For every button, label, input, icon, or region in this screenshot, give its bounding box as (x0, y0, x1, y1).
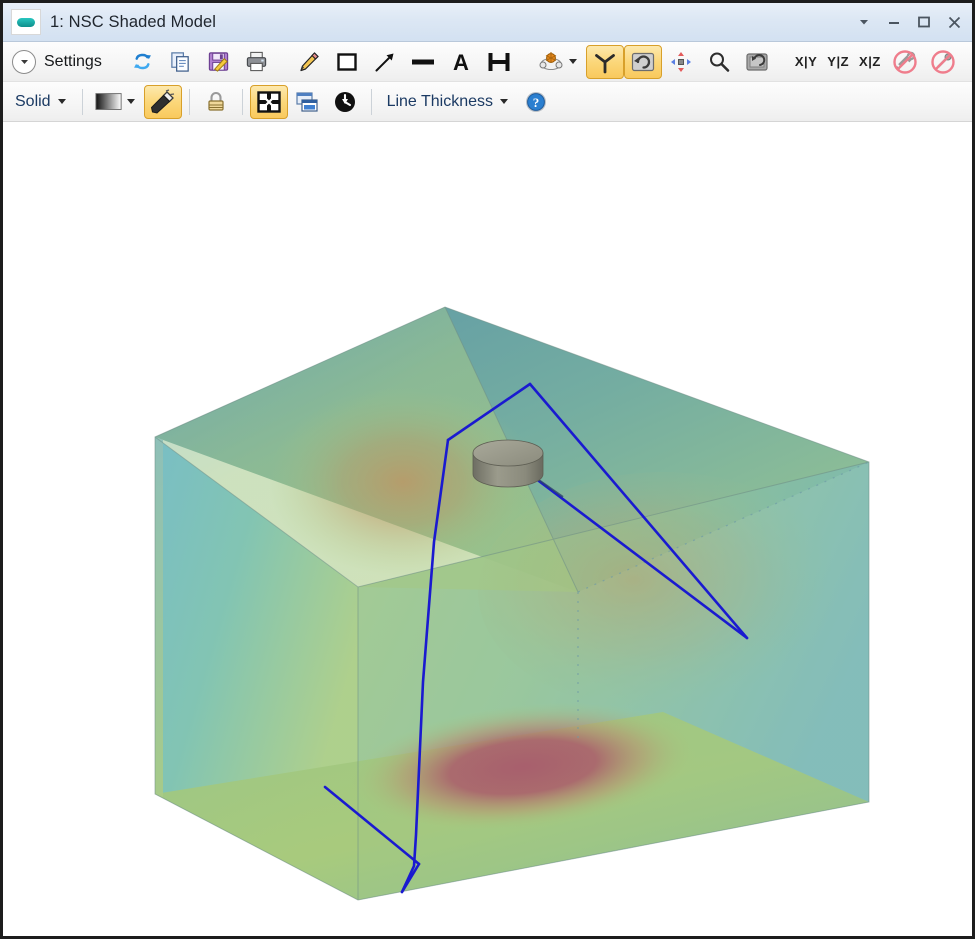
cylinder-source (473, 440, 543, 487)
reset-view-button[interactable] (738, 45, 776, 79)
cascade-windows-button[interactable] (288, 85, 326, 119)
chevron-down-icon (58, 99, 66, 104)
annotate-pencil-button[interactable] (290, 45, 328, 79)
save-icon (205, 48, 233, 76)
rotate-tool-icon (537, 48, 565, 76)
toolbar-primary: Settings (3, 42, 972, 82)
chevron-down-icon (12, 50, 36, 74)
toolbar-separator (189, 89, 190, 115)
minimize-icon[interactable] (887, 15, 901, 29)
chevron-down-icon (500, 99, 508, 104)
model-viewport[interactable]: X Y Z 2e+03 mm (3, 122, 972, 903)
maximize-icon[interactable] (917, 15, 931, 29)
copy-icon (167, 48, 195, 76)
rotate-view-button[interactable] (624, 45, 662, 79)
nsc-model-icon (11, 9, 41, 35)
chevron-down-icon (127, 99, 135, 104)
toolbar-secondary: Solid (3, 82, 972, 122)
refresh-button[interactable] (124, 45, 162, 79)
cascade-windows-icon (293, 88, 321, 116)
toolbar-separator (82, 89, 83, 115)
axis-tripod-button[interactable] (586, 45, 624, 79)
gradient-icon (95, 88, 123, 116)
svg-text:?: ? (533, 95, 540, 110)
settings-label: Settings (41, 53, 105, 71)
prohibited-tool-icon (891, 48, 919, 76)
pan-button[interactable] (662, 45, 700, 79)
copy-button[interactable] (162, 45, 200, 79)
text-a-icon: A (447, 48, 475, 76)
toolbar-separator (242, 89, 243, 115)
render-mode-dropdown[interactable]: Solid (7, 85, 75, 119)
no-rays-button[interactable] (886, 45, 924, 79)
prohibited-tool-2-icon (929, 48, 957, 76)
nsc-shaded-model-window: 1: NSC Shaded Model Settings (0, 0, 975, 939)
draw-arrow-button[interactable] (366, 45, 404, 79)
chevron-down-icon[interactable] (569, 59, 577, 64)
arrow-icon (371, 48, 399, 76)
lock-icon (202, 88, 230, 116)
flashlight-icon (149, 88, 177, 116)
view-xz-button[interactable]: X|Z (854, 54, 886, 69)
draw-rectangle-button[interactable] (328, 45, 366, 79)
tripod-icon (591, 48, 619, 76)
magnifier-icon (705, 48, 733, 76)
shaded-model-scene (3, 122, 972, 903)
save-button[interactable] (200, 45, 238, 79)
chevron-down-icon[interactable] (857, 15, 871, 29)
pencil-icon (295, 48, 323, 76)
dimension-button[interactable] (480, 45, 518, 79)
print-button[interactable] (238, 45, 276, 79)
no-objects-button[interactable] (924, 45, 962, 79)
rectangle-icon (333, 48, 361, 76)
zoom-button[interactable] (700, 45, 738, 79)
help-button[interactable]: ? (517, 85, 555, 119)
toolbar-separator (371, 89, 372, 115)
view-yz-button[interactable]: Y|Z (822, 54, 854, 69)
rotate-view-icon (629, 48, 657, 76)
svg-text:A: A (453, 50, 469, 74)
line-icon (409, 48, 437, 76)
help-question-icon: ? (522, 88, 550, 116)
lock-button[interactable] (197, 85, 235, 119)
text-annotation-button[interactable]: A (442, 45, 480, 79)
line-thickness-label: Line Thickness (384, 93, 496, 111)
pan-icon (667, 48, 695, 76)
reset-view-icon (743, 48, 771, 76)
animate-button[interactable] (326, 85, 364, 119)
print-icon (243, 48, 271, 76)
settings-button[interactable]: Settings (7, 45, 110, 79)
rotate-tool-button[interactable] (532, 45, 586, 79)
close-icon[interactable] (947, 15, 962, 30)
window-controls (857, 3, 962, 41)
clock-arrow-icon (331, 88, 359, 116)
gradient-swatch-button[interactable] (90, 85, 144, 119)
grid-split-icon (255, 88, 283, 116)
lighting-button[interactable] (144, 85, 182, 119)
title-bar: 1: NSC Shaded Model (3, 3, 972, 42)
tile-windows-button[interactable] (250, 85, 288, 119)
window-title: 1: NSC Shaded Model (50, 13, 216, 32)
line-thickness-dropdown[interactable]: Line Thickness (379, 85, 517, 119)
refresh-icon (129, 48, 157, 76)
view-xy-button[interactable]: X|Y (790, 54, 822, 69)
draw-line-button[interactable] (404, 45, 442, 79)
render-mode-label: Solid (12, 93, 54, 111)
dimension-h-icon (485, 48, 513, 76)
